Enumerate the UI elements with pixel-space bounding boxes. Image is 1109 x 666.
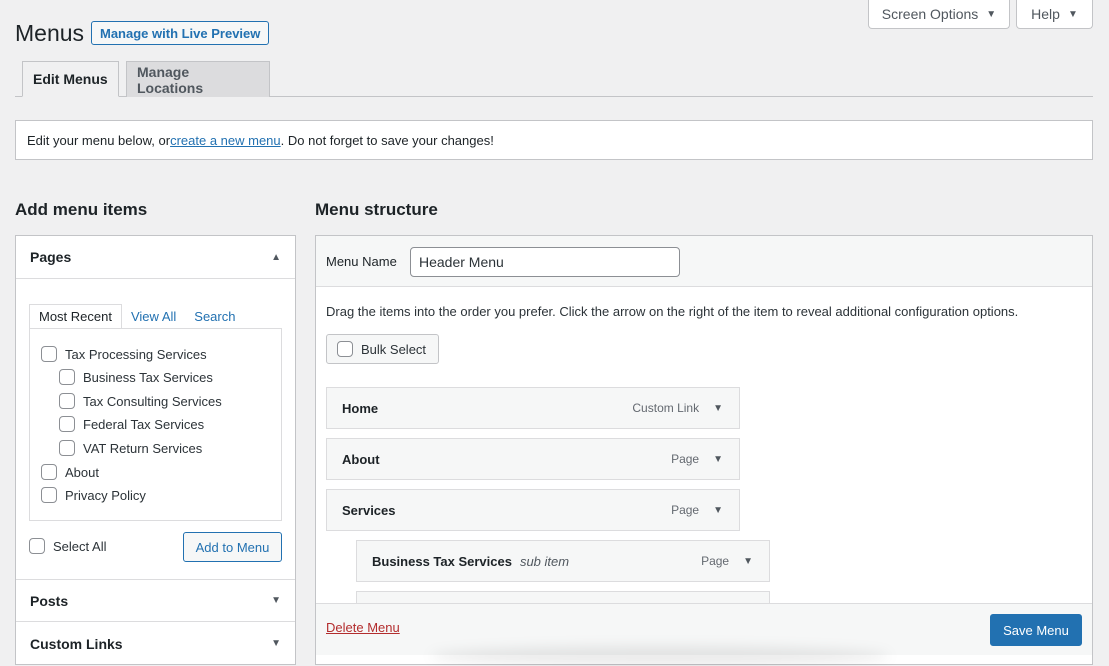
list-item-label: Tax Consulting Services: [83, 393, 222, 409]
instructions-text: Drag the items into the order you prefer…: [326, 304, 1019, 319]
caret-down-icon: ▼: [986, 8, 997, 20]
checkbox[interactable]: [41, 487, 57, 503]
checkbox[interactable]: [59, 369, 75, 385]
list-item-label: Tax Processing Services: [65, 346, 207, 362]
menu-item-title: Business Tax Services: [372, 553, 512, 569]
checkbox[interactable]: [41, 464, 57, 480]
menu-item-title: About: [342, 451, 380, 467]
pages-title: Pages: [30, 249, 72, 265]
custom-links-title: Custom Links: [30, 635, 123, 652]
notice-suffix: . Do not forget to save your changes!: [280, 132, 494, 148]
checkbox[interactable]: [59, 416, 75, 432]
list-item[interactable]: Federal Tax Services: [59, 416, 204, 432]
caret-up-icon[interactable]: ▲: [271, 252, 281, 263]
menu-name-label: Menu Name: [326, 254, 397, 269]
menu-item-type: Page: [701, 554, 730, 568]
sub-item-label: sub item: [519, 553, 570, 569]
save-menu-button[interactable]: Save Menu: [990, 614, 1082, 646]
checkbox[interactable]: [29, 538, 45, 554]
caret-down-icon[interactable]: ▼: [713, 454, 723, 465]
list-item[interactable]: About: [41, 464, 99, 480]
list-item-label: About: [65, 464, 99, 480]
checkbox[interactable]: [59, 440, 75, 456]
create-new-menu-link[interactable]: create a new menu: [170, 133, 281, 148]
caret-down-icon[interactable]: ▼: [713, 403, 723, 414]
list-item-label: Business Tax Services: [83, 369, 213, 385]
menu-item-about[interactable]: About Page ▼: [326, 438, 740, 480]
bulk-select-button[interactable]: Bulk Select: [326, 334, 439, 364]
page-title: Menus: [15, 20, 85, 46]
add-menu-items-heading: Add menu items: [15, 200, 148, 219]
menu-item-home[interactable]: Home Custom Link ▼: [326, 387, 740, 429]
checkbox[interactable]: [337, 341, 353, 357]
posts-accordion-header[interactable]: Posts ▼: [16, 579, 295, 622]
select-all-label: Select All: [53, 538, 107, 554]
tab-manage-locations[interactable]: Manage Locations: [126, 61, 270, 97]
select-all[interactable]: Select All: [29, 538, 106, 554]
posts-title: Posts: [30, 592, 69, 609]
menu-name-input[interactable]: [410, 247, 680, 277]
notice-box: Edit your menu below, or create a new me…: [15, 120, 1093, 160]
menu-item-type: Page: [671, 452, 700, 466]
menu-item-title: Services: [342, 502, 396, 518]
list-item-label: Federal Tax Services: [83, 416, 205, 432]
drop-shadow: [430, 646, 890, 666]
menu-item-title: Home: [342, 400, 379, 416]
help-button[interactable]: Help ▼: [1016, 0, 1093, 29]
menu-item-business-tax[interactable]: Business Tax Services sub item Page ▼: [356, 540, 770, 582]
caret-down-icon[interactable]: ▼: [271, 595, 281, 606]
tab-view-all[interactable]: View All: [122, 304, 185, 329]
list-item[interactable]: Privacy Policy: [41, 487, 146, 503]
screen-options-label: Screen Options: [881, 6, 979, 22]
list-item-label: VAT Return Services: [83, 440, 203, 456]
help-label: Help: [1031, 6, 1060, 22]
menu-structure-heading: Menu structure: [315, 200, 438, 219]
menu-item-type: Page: [671, 503, 700, 517]
checkbox[interactable]: [59, 393, 75, 409]
tab-most-recent[interactable]: Most Recent: [29, 304, 122, 329]
caret-down-icon[interactable]: ▼: [743, 556, 753, 567]
notice-prefix: Edit your menu below, or: [27, 132, 171, 148]
bulk-select-label: Bulk Select: [361, 341, 427, 357]
caret-down-icon[interactable]: ▼: [713, 505, 723, 516]
checkbox[interactable]: [41, 346, 57, 362]
tab-edit-menus[interactable]: Edit Menus: [22, 61, 119, 97]
add-to-menu-button[interactable]: Add to Menu: [183, 532, 282, 562]
menu-item-type: Custom Link: [632, 401, 700, 415]
list-item-label: Privacy Policy: [65, 487, 146, 503]
custom-links-accordion-header[interactable]: Custom Links ▼: [16, 622, 295, 665]
pages-tabs: Most Recent View All Search: [29, 304, 244, 329]
menu-item-services[interactable]: Services Page ▼: [326, 489, 740, 531]
list-item[interactable]: VAT Return Services: [59, 440, 202, 456]
list-item[interactable]: Tax Consulting Services: [59, 393, 222, 409]
caret-down-icon: ▼: [1067, 8, 1078, 20]
pages-accordion-header[interactable]: Pages ▲: [16, 236, 295, 279]
list-item[interactable]: Tax Processing Services: [41, 346, 207, 362]
delete-menu-link[interactable]: Delete Menu: [326, 620, 400, 635]
list-item[interactable]: Business Tax Services: [59, 369, 213, 385]
live-preview-button[interactable]: Manage with Live Preview: [91, 21, 270, 45]
screen-options-button[interactable]: Screen Options ▼: [868, 0, 1010, 29]
tab-search[interactable]: Search: [185, 304, 244, 329]
caret-down-icon[interactable]: ▼: [271, 638, 281, 649]
